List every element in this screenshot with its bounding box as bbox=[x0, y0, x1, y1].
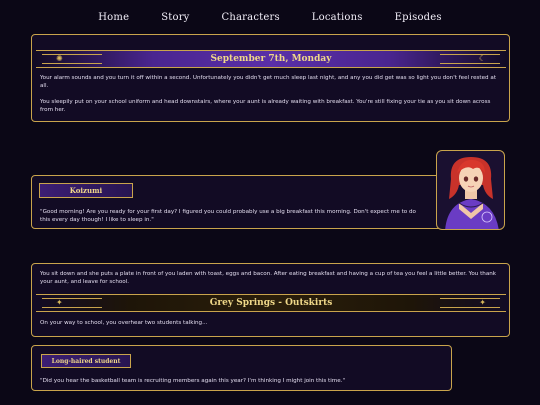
banner-left-lines bbox=[42, 298, 102, 308]
date-title: September 7th, Monday bbox=[210, 54, 332, 64]
top-nav: Home Story Characters Locations Episodes bbox=[0, 0, 540, 34]
nav-locations[interactable]: Locations bbox=[312, 12, 363, 23]
moon-ornament-icon: ☾ bbox=[478, 54, 486, 63]
speaker-name: Koizumi bbox=[69, 186, 103, 195]
dialogue2-text: "Did you hear the basketball team is rec… bbox=[40, 378, 346, 384]
koizumi-portrait bbox=[445, 157, 499, 229]
speaker-namebox: Koizumi bbox=[39, 183, 133, 198]
nav-characters[interactable]: Characters bbox=[222, 12, 280, 23]
nav-story[interactable]: Story bbox=[161, 12, 189, 23]
date-banner: ✺ ☾ September 7th, Monday bbox=[36, 50, 506, 68]
location-banner: ✦ ✦ Grey Springs - Outskirts bbox=[36, 294, 506, 312]
nav-home[interactable]: Home bbox=[98, 12, 129, 23]
banner-right-lines bbox=[440, 54, 500, 64]
speaker-name: Long-haired student bbox=[51, 357, 121, 365]
speaker-namebox: Long-haired student bbox=[41, 354, 131, 368]
banner-right-lines bbox=[440, 298, 500, 308]
scene1-paragraph2: You sleepily put on your school uniform … bbox=[40, 99, 491, 114]
dialogue-panel-koizumi: Koizumi "Good morning! Are you ready for… bbox=[31, 175, 452, 229]
star-ornament-icon: ✦ bbox=[479, 298, 486, 307]
scene2-paragraph2: On your way to school, you overhear two … bbox=[40, 320, 208, 326]
scene1-paragraph1: Your alarm sounds and you turn it off wi… bbox=[40, 75, 497, 90]
location-title: Grey Springs - Outskirts bbox=[209, 298, 333, 308]
character-portrait-frame bbox=[436, 150, 505, 230]
star-ornament-icon: ✦ bbox=[56, 298, 63, 307]
nav-episodes[interactable]: Episodes bbox=[395, 12, 442, 23]
scene-panel-date: ✺ ☾ September 7th, Monday Your alarm sou… bbox=[31, 34, 510, 122]
scene-panel-location: You sit down and she puts a plate in fro… bbox=[31, 263, 510, 337]
sun-ornament-icon: ✺ bbox=[56, 54, 63, 63]
dialogue1-text: "Good morning! Are you ready for your fi… bbox=[40, 209, 416, 224]
scene2-paragraph1: You sit down and she puts a plate in fro… bbox=[40, 271, 497, 286]
banner-left-lines bbox=[42, 54, 102, 64]
dialogue-panel-student: Long-haired student "Did you hear the ba… bbox=[31, 345, 452, 391]
